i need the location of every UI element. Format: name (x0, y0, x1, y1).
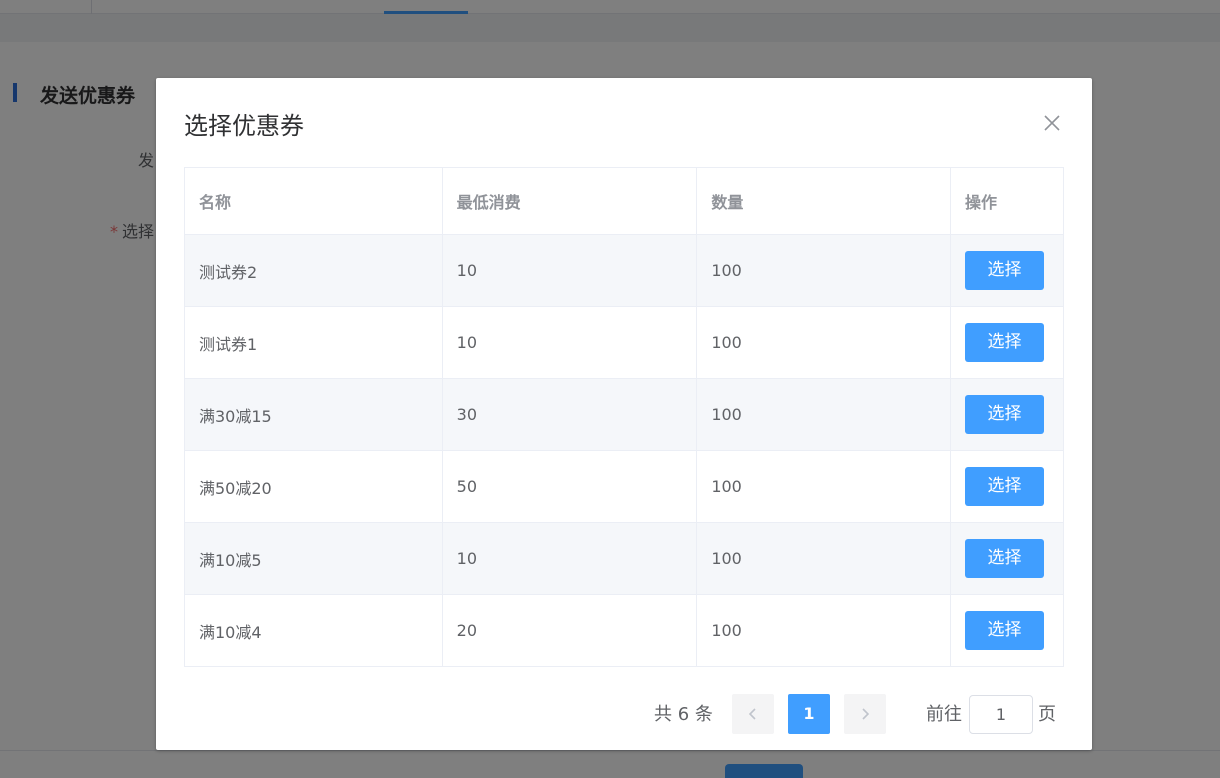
column-header-quantity: 数量 (696, 167, 951, 235)
cell-min-spend: 30 (441, 378, 698, 451)
chevron-left-icon (748, 708, 756, 720)
cell-action: 选择 (949, 306, 1065, 379)
select-button[interactable]: 选择 (964, 323, 1044, 362)
cell-quantity: 100 (696, 306, 951, 379)
column-header-name: 名称 (184, 167, 443, 235)
cell-min-spend: 20 (441, 594, 698, 667)
pagination-goto-label: 前往 (926, 704, 962, 725)
cell-name: 满10减5 (184, 522, 443, 595)
select-coupon-dialog: 选择优惠券 名称 最低消费 数量 操作 测试券2 10 100 选择 测试券1 … (156, 78, 1092, 750)
column-header-min-spend: 最低消费 (441, 167, 698, 235)
table-row: 满10减5 10 100 选择 (184, 522, 1065, 595)
cell-name: 测试券2 (184, 234, 443, 307)
cell-name: 满50减20 (184, 450, 443, 523)
cell-quantity: 100 (696, 450, 951, 523)
select-button[interactable]: 选择 (964, 395, 1044, 434)
cell-action: 选择 (949, 594, 1065, 667)
pagination-goto-input[interactable] (969, 695, 1033, 734)
cell-min-spend: 10 (441, 522, 698, 595)
cell-min-spend: 10 (441, 306, 698, 379)
table-header-row: 名称 最低消费 数量 操作 (184, 167, 1065, 235)
cell-name: 满10减4 (184, 594, 443, 667)
pagination-goto-suffix: 页 (1038, 704, 1056, 725)
pagination-next-button[interactable] (844, 694, 886, 734)
table-row: 测试券1 10 100 选择 (184, 306, 1065, 379)
cell-quantity: 100 (696, 522, 951, 595)
cell-quantity: 100 (696, 378, 951, 451)
column-header-action: 操作 (949, 167, 1065, 235)
select-button[interactable]: 选择 (964, 539, 1044, 578)
table-row: 测试券2 10 100 选择 (184, 234, 1065, 307)
cell-action: 选择 (949, 234, 1065, 307)
pagination-page-current[interactable]: 1 (788, 694, 830, 734)
select-button[interactable]: 选择 (964, 467, 1044, 506)
cell-action: 选择 (949, 450, 1065, 523)
cell-action: 选择 (949, 522, 1065, 595)
select-button[interactable]: 选择 (964, 611, 1044, 650)
cell-quantity: 100 (696, 234, 951, 307)
close-icon[interactable] (1041, 112, 1063, 134)
cell-min-spend: 50 (441, 450, 698, 523)
cell-min-spend: 10 (441, 234, 698, 307)
cell-name: 满30减15 (184, 378, 443, 451)
cell-quantity: 100 (696, 594, 951, 667)
select-button[interactable]: 选择 (964, 251, 1044, 290)
cell-name: 测试券1 (184, 306, 443, 379)
dialog-title: 选择优惠券 (184, 112, 304, 140)
table-row: 满30减15 30 100 选择 (184, 378, 1065, 451)
table-row: 满50减20 50 100 选择 (184, 450, 1065, 523)
pagination-total: 共 6 条 (654, 704, 713, 725)
coupon-table: 名称 最低消费 数量 操作 测试券2 10 100 选择 测试券1 10 100… (184, 167, 1065, 667)
pagination-prev-button[interactable] (732, 694, 774, 734)
cell-action: 选择 (949, 378, 1065, 451)
chevron-right-icon (862, 708, 870, 720)
table-row: 满10减4 20 100 选择 (184, 594, 1065, 667)
